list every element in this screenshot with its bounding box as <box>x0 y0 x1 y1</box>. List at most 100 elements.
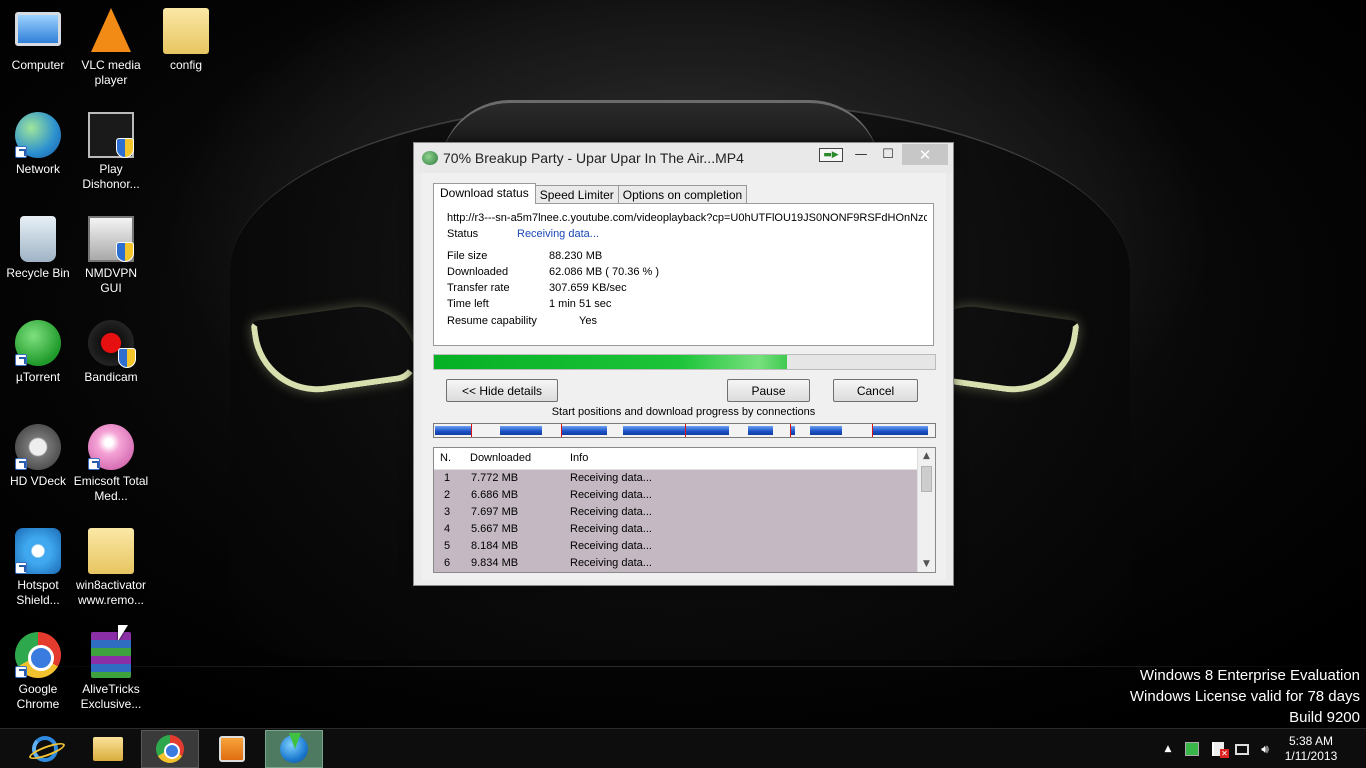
table-row[interactable]: 3 7.697 MB Receiving data... <box>434 504 917 521</box>
row-downloaded: 9.834 MB <box>471 557 519 569</box>
tray-action-center[interactable]: ✕ <box>1208 729 1229 768</box>
dialog-title: 70% Breakup Party - Upar Upar In The Air… <box>443 150 744 166</box>
connection-segment <box>561 426 607 435</box>
row-info: Receiving data... <box>570 540 652 552</box>
desktop-icon-label: Recycle Bin <box>6 266 70 280</box>
connections-table-header: N. Downloaded Info <box>434 448 917 470</box>
idm-icon <box>280 733 308 763</box>
close-button[interactable]: ✕ <box>902 144 948 165</box>
taskbar-internet-explorer[interactable] <box>16 730 74 768</box>
desktop-icon-hd-vdeck[interactable]: HD VDeck <box>0 424 76 489</box>
download-progress-dialog: 70% Breakup Party - Upar Upar In The Air… <box>413 142 954 586</box>
desktop-icon-network[interactable]: Network <box>0 112 76 177</box>
clock-time: 5:38 AM <box>1288 734 1334 748</box>
table-row[interactable]: 6 9.834 MB Receiving data... <box>434 555 917 572</box>
tray-network[interactable] <box>1232 729 1252 768</box>
column-header-downloaded[interactable]: Downloaded <box>470 452 531 464</box>
desktop-icon-vlc[interactable]: VLC media player <box>73 8 149 88</box>
minimize-icon: — <box>854 147 868 162</box>
desktop-icon-bandicam[interactable]: Bandicam <box>73 320 149 385</box>
column-header-n[interactable]: N. <box>440 452 451 464</box>
resume-capability-label: Resume capability <box>447 315 537 327</box>
uac-shield-icon <box>116 242 134 262</box>
internet-explorer-icon <box>32 736 58 762</box>
scroll-up-icon[interactable]: ▲ <box>918 448 935 464</box>
column-header-info[interactable]: Info <box>570 452 588 464</box>
table-row[interactable]: 1 7.772 MB Receiving data... <box>434 470 917 487</box>
desktop-icon-utorrent[interactable]: µTorrent <box>0 320 76 385</box>
minimize-to-tray-button[interactable]: ▬▶ <box>817 144 845 165</box>
watermark-build: Build 9200 <box>1289 709 1360 726</box>
status-value: Receiving data... <box>517 228 599 240</box>
desktop-icon-recycle-bin[interactable]: Recycle Bin <box>0 216 76 281</box>
bandicam-icon <box>88 320 136 368</box>
minimize-button[interactable]: — <box>848 144 874 165</box>
row-info: Receiving data... <box>570 523 652 535</box>
tab-options-on-completion[interactable]: Options on completion <box>617 185 748 204</box>
connection-start-marker <box>872 424 873 437</box>
hide-details-button[interactable]: << Hide details <box>446 379 558 402</box>
uac-shield-icon <box>116 138 134 158</box>
chevron-up-icon: ▲ <box>1164 744 1172 754</box>
row-number: 5 <box>444 540 451 552</box>
desktop-icon-label: Network <box>15 162 60 176</box>
connections-progress-bar <box>433 423 936 438</box>
desktop-icon-config[interactable]: config <box>148 8 224 73</box>
desktop-icon-label: Computer <box>11 58 65 72</box>
desktop-icon-alivetricks[interactable]: AliveTricks Exclusive... <box>73 632 149 712</box>
desktop-icon-play-dishonored[interactable]: Play Dishonor... <box>73 112 149 192</box>
tray-network-app[interactable] <box>1182 729 1202 768</box>
desktop-icon-label: VLC media player <box>81 58 141 87</box>
shortcut-arrow-icon <box>15 354 27 366</box>
folder-icon <box>88 528 134 574</box>
desktop-icon-google-chrome[interactable]: Google Chrome <box>0 632 76 712</box>
desktop-icon-hotspot-shield[interactable]: Hotspot Shield... <box>0 528 76 608</box>
row-info: Receiving data... <box>570 506 652 518</box>
cancel-button[interactable]: Cancel <box>833 379 918 402</box>
desktop-icon-computer[interactable]: Computer <box>0 8 76 73</box>
download-progress-bar <box>433 354 936 370</box>
green-windows-icon <box>1185 742 1199 756</box>
connections-table[interactable]: N. Downloaded Info 1 7.772 MB Receiving … <box>433 447 936 573</box>
taskbar-media-player[interactable] <box>203 730 261 768</box>
tab-speed-limiter[interactable]: Speed Limiter <box>534 185 619 204</box>
desktop-icon-win8activator[interactable]: win8activator www.remo... <box>73 528 149 608</box>
idm-icon <box>422 151 438 165</box>
dialog-titlebar[interactable]: 70% Breakup Party - Upar Upar In The Air… <box>414 143 953 173</box>
maximize-button[interactable]: ☐ <box>875 144 901 165</box>
table-scrollbar[interactable]: ▲ ▼ <box>917 448 935 572</box>
connection-start-marker <box>561 424 562 437</box>
desktop-icon-emicsoft[interactable]: Emicsoft Total Med... <box>73 424 149 504</box>
connection-segment <box>872 426 928 435</box>
row-number: 2 <box>444 489 451 501</box>
taskbar-google-chrome[interactable] <box>141 730 199 768</box>
windows-watermark: Windows 8 Enterprise Evaluation Windows … <box>1130 665 1360 728</box>
folder-icon <box>163 8 209 54</box>
table-row[interactable]: 2 6.686 MB Receiving data... <box>434 487 917 504</box>
scrollbar-thumb[interactable] <box>921 466 932 492</box>
shortcut-arrow-icon <box>88 458 100 470</box>
pause-button[interactable]: Pause <box>727 379 810 402</box>
desktop-icon-label: HD VDeck <box>9 474 66 488</box>
show-hidden-icons-button[interactable]: ▲ <box>1160 729 1176 768</box>
tab-download-status[interactable]: Download status <box>433 183 536 204</box>
hd-vdeck-icon <box>15 424 61 470</box>
desktop-icon-label: win8activator www.remo... <box>75 578 147 607</box>
row-info: Receiving data... <box>570 472 652 484</box>
taskbar-internet-download-manager[interactable] <box>265 730 323 768</box>
row-downloaded: 7.772 MB <box>471 472 519 484</box>
desktop-icon-label: NMDVPN GUI <box>84 266 137 295</box>
network-icon <box>15 112 61 158</box>
taskbar-file-explorer[interactable] <box>79 730 137 768</box>
computer-icon <box>15 12 61 46</box>
desktop-icon-nmdvpn[interactable]: NMDVPN GUI <box>73 216 149 296</box>
row-number: 6 <box>444 557 451 569</box>
shortcut-arrow-icon <box>15 562 27 574</box>
tray-volume[interactable]: 🔊︎ <box>1255 729 1275 768</box>
downloaded-value: 62.086 MB ( 70.36 % ) <box>549 266 660 278</box>
table-row[interactable]: 5 8.184 MB Receiving data... <box>434 538 917 555</box>
scroll-down-icon[interactable]: ▼ <box>918 556 935 572</box>
watermark-license: Windows License valid for 78 days <box>1129 688 1360 705</box>
table-row[interactable]: 4 5.667 MB Receiving data... <box>434 521 917 538</box>
taskbar-clock[interactable]: 5:38 AM 1/11/2013 <box>1276 734 1346 764</box>
